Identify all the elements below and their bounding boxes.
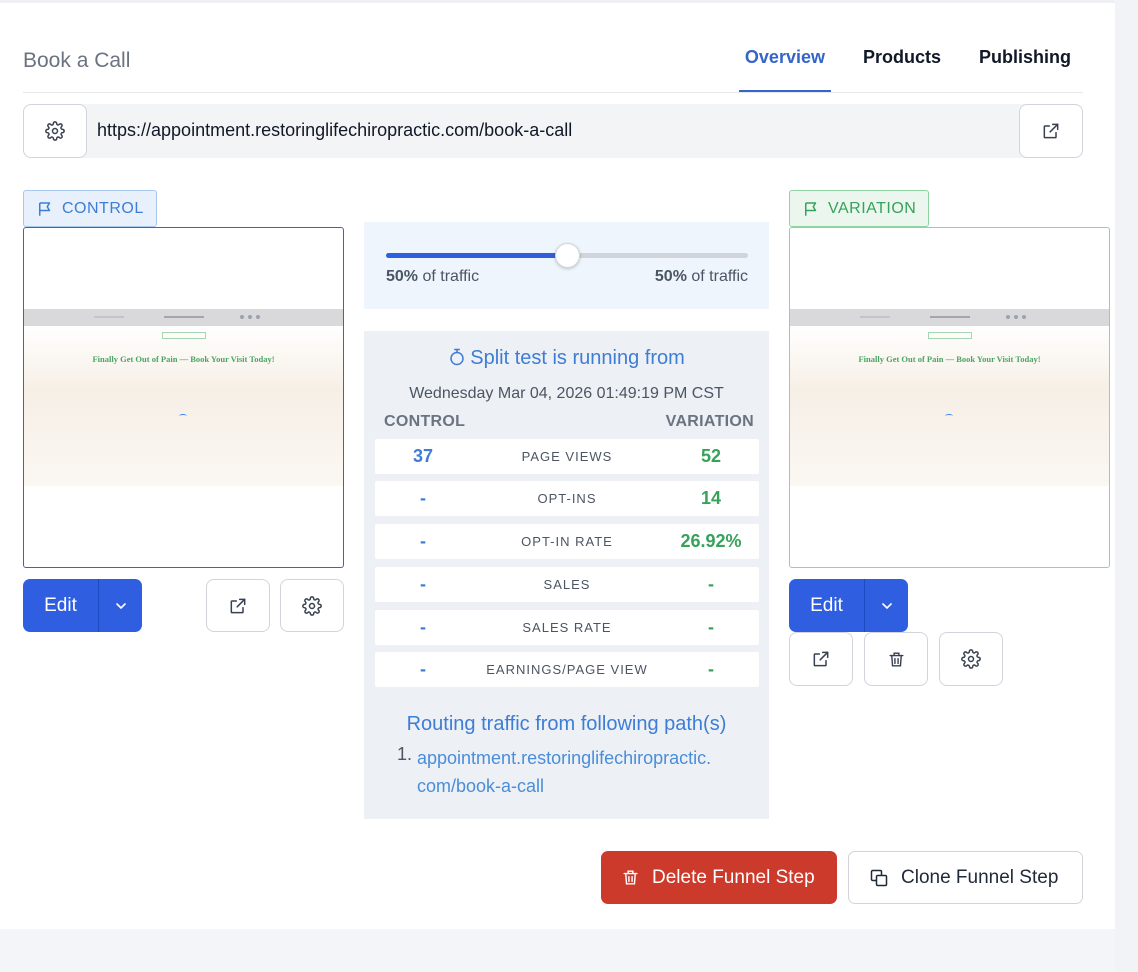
variation-edit-split-button: Edit	[789, 579, 908, 632]
metric-row: - SALES -	[375, 567, 759, 602]
split-test-stats: Split test is running from Wednesday Mar…	[364, 331, 769, 819]
external-link-icon	[813, 651, 829, 667]
control-edit-button[interactable]: Edit	[23, 579, 99, 632]
copy-icon	[870, 869, 888, 886]
gear-icon	[302, 595, 322, 616]
preview-nav	[790, 309, 1109, 326]
split-test-start-date: Wednesday Mar 04, 2026 01:49:19 PM CST	[409, 385, 724, 402]
control-badge-label: CONTROL	[62, 199, 144, 217]
traffic-slider-thumb[interactable]	[554, 243, 580, 268]
variation-traffic-percent: 50% of traffic	[654, 268, 748, 285]
control-open-button[interactable]	[206, 579, 270, 632]
url-text[interactable]: https://appointment.restoringlifechiropr…	[97, 120, 572, 141]
variation-column-header: VARIATION	[665, 413, 754, 430]
traffic-split-panel: 50% of traffic 50% of traffic	[364, 222, 769, 309]
open-url-button[interactable]	[1019, 104, 1083, 158]
preview-headline: Finally Get Out of Pain — Book Your Visi…	[92, 354, 275, 364]
variation-delete-button[interactable]	[864, 632, 928, 686]
control-column-header: CONTROL	[384, 413, 466, 430]
loading-spinner-icon	[945, 414, 953, 418]
metric-row: - SALES RATE -	[375, 610, 759, 645]
control-page-preview[interactable]: Finally Get Out of Pain — Book Your Visi…	[23, 227, 344, 568]
tab-products[interactable]: Products	[857, 3, 947, 91]
gear-icon	[961, 649, 981, 669]
chevron-down-icon	[115, 602, 126, 609]
traffic-slider-fill	[386, 253, 567, 258]
tabs-divider	[23, 92, 1083, 93]
page-scroll-gutter	[1115, 0, 1138, 972]
split-test-status: Split test is running from	[364, 347, 769, 370]
clone-funnel-step-button[interactable]: Clone Funnel Step	[848, 851, 1083, 904]
preview-hero: Finally Get Out of Pain — Book Your Visi…	[790, 326, 1109, 486]
variation-badge: VARIATION	[789, 190, 930, 227]
tab-publishing[interactable]: Publishing	[973, 3, 1077, 91]
preview-hero: Finally Get Out of Pain — Book Your Visi…	[24, 326, 343, 486]
external-link-icon	[1043, 123, 1059, 139]
variation-badge-label: VARIATION	[828, 199, 917, 217]
loading-spinner-icon	[179, 414, 187, 418]
page-title: Book a Call	[23, 49, 131, 72]
url-settings-button[interactable]	[23, 104, 87, 158]
metric-row: - OPT-IN RATE 26.92%	[375, 524, 759, 559]
routing-title: Routing traffic from following path(s)	[406, 713, 727, 735]
variation-edit-button[interactable]: Edit	[789, 579, 865, 632]
variation-settings-button[interactable]	[939, 632, 1003, 686]
variation-page-preview[interactable]: Finally Get Out of Pain — Book Your Visi…	[789, 227, 1110, 568]
variation-open-button[interactable]	[789, 632, 853, 686]
control-traffic-percent: 50% of traffic	[386, 268, 480, 285]
control-settings-button[interactable]	[280, 579, 344, 632]
variation-edit-dropdown[interactable]	[865, 579, 908, 632]
trash-icon	[623, 870, 638, 885]
routing-path-link[interactable]: appointment.restoringlifechiropractic. c…	[417, 744, 757, 800]
flag-icon	[805, 201, 817, 216]
metric-row: - OPT-INS 14	[375, 481, 759, 516]
delete-funnel-step-button[interactable]: Delete Funnel Step	[601, 851, 837, 904]
url-bar: https://appointment.restoringlifechiropr…	[23, 104, 1083, 158]
funnel-step-card: Book a Call Overview Products Publishing…	[0, 0, 1115, 929]
trash-icon	[888, 651, 904, 667]
preview-headline: Finally Get Out of Pain — Book Your Visi…	[858, 354, 1041, 364]
tab-overview[interactable]: Overview	[738, 3, 832, 93]
flag-icon	[39, 201, 51, 216]
control-badge: CONTROL	[23, 190, 157, 227]
stopwatch-icon	[450, 348, 464, 366]
tab-bar: Overview Products Publishing	[713, 3, 1077, 93]
preview-nav	[24, 309, 343, 326]
metric-row: - EARNINGS/PAGE VIEW -	[375, 652, 759, 687]
control-edit-split-button: Edit	[23, 579, 142, 632]
metric-row: 37 PAGE VIEWS 52	[375, 439, 759, 474]
gear-icon	[45, 121, 65, 141]
control-edit-dropdown[interactable]	[99, 579, 142, 632]
external-link-icon	[230, 598, 246, 613]
path-number: 1.	[397, 744, 413, 764]
chevron-down-icon	[881, 602, 892, 609]
